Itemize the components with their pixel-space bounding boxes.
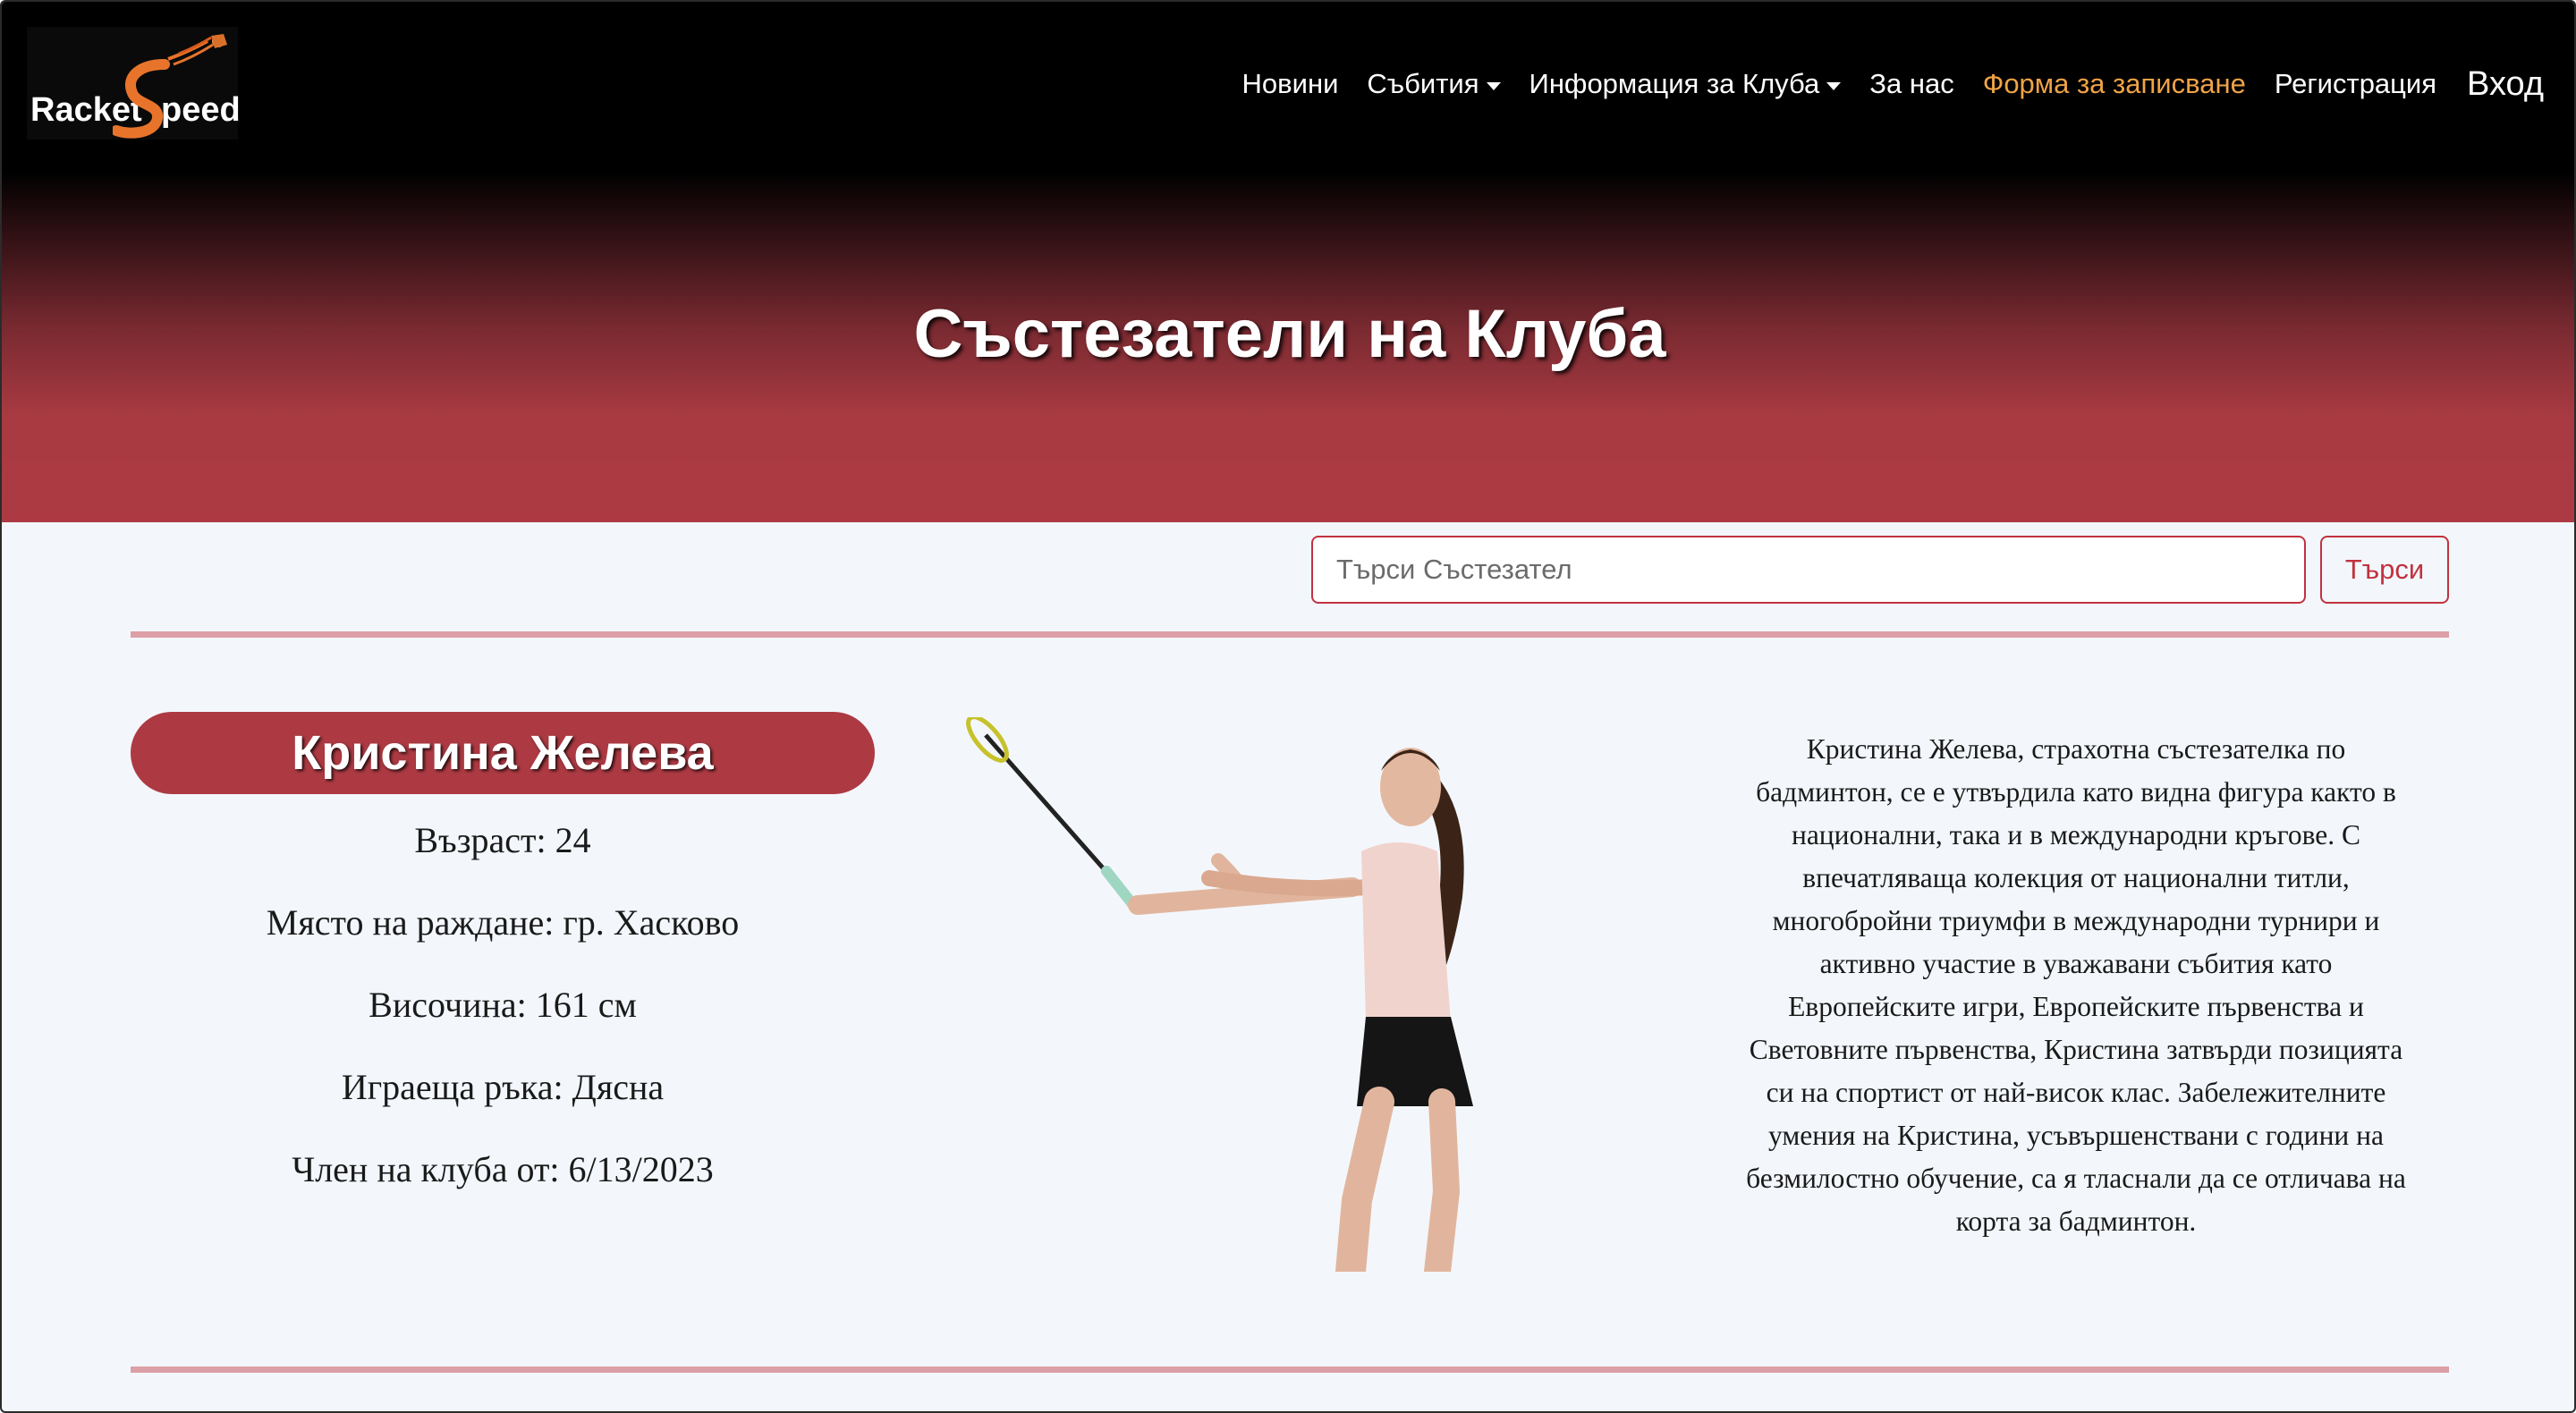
hero-banner: Състезатели на Клуба xyxy=(2,172,2574,522)
caret-down-icon xyxy=(1486,81,1501,90)
nav-item-signup-form[interactable]: Форма за записване xyxy=(1969,68,2260,100)
nav-label: Събития xyxy=(1367,68,1479,99)
nav-item-events[interactable]: Събития xyxy=(1352,68,1514,100)
site-logo[interactable]: Racket peed xyxy=(27,27,241,140)
navbar: Racket peed Новини Събития Информация за… xyxy=(2,2,2574,172)
browser-window: Racket peed Новини Събития Информация за… xyxy=(0,0,2576,1413)
search-input[interactable] xyxy=(1311,536,2306,604)
divider xyxy=(131,1366,2449,1373)
nav-item-news[interactable]: Новини xyxy=(1228,68,1353,100)
page-title: Състезатели на Клуба xyxy=(913,296,1666,372)
nav-item-about[interactable]: За нас xyxy=(1855,68,1968,100)
search-button[interactable]: Търси xyxy=(2320,536,2449,604)
athlete-member-since: Член на клуба от: 6/13/2023 xyxy=(292,1149,714,1189)
main-nav: Новини Събития Информация за Клуба За на… xyxy=(1228,61,2544,107)
divider xyxy=(131,631,2449,638)
logo-text-speed: peed xyxy=(161,91,241,129)
nav-label: Информация за Клуба xyxy=(1529,68,1820,99)
athlete-photo xyxy=(966,717,1473,1272)
nav-label: Регистрация xyxy=(2274,68,2437,99)
athlete-height: Височина: 161 см xyxy=(369,985,637,1025)
caret-down-icon xyxy=(1826,81,1842,90)
athlete-name: Кристина Желева xyxy=(131,712,875,794)
athlete-playing-hand: Играеща ръка: Дясна xyxy=(341,1067,665,1107)
athlete-birthplace: Място на раждане: гр. Хасково xyxy=(266,902,740,943)
nav-item-login[interactable]: Вход xyxy=(2451,65,2544,104)
nav-item-club-info[interactable]: Информация за Клуба xyxy=(1515,68,1856,100)
nav-label: Новини xyxy=(1241,68,1339,99)
athlete-facts: Възраст: 24 Място на раждане: гр. Хасков… xyxy=(131,807,875,1218)
nav-label: За нас xyxy=(1869,68,1954,99)
athlete-bio: Кристина Желева, страхотна състезателка … xyxy=(1746,733,2406,1237)
nav-label: Форма за записване xyxy=(1982,68,2246,99)
athlete-age: Възраст: 24 xyxy=(414,820,591,860)
nav-item-register[interactable]: Регистрация xyxy=(2260,68,2451,100)
